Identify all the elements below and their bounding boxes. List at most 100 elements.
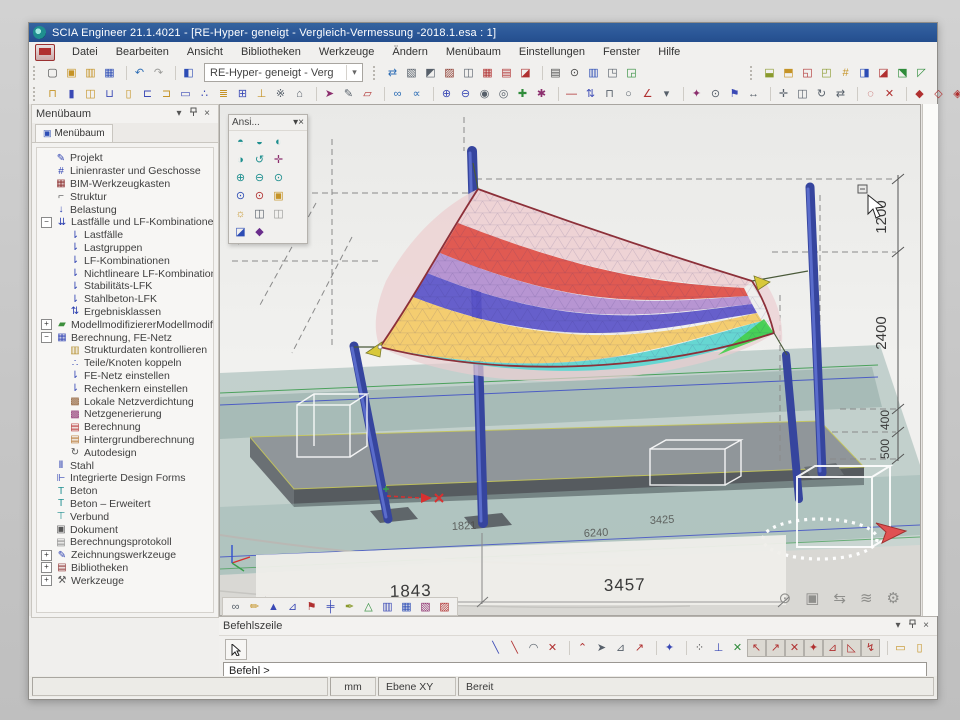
pin-icon[interactable] [186, 107, 200, 121]
load-labels-icon[interactable]: ⚑ [302, 598, 321, 616]
new-opening-icon[interactable]: ▯ [119, 85, 138, 103]
hide-icon[interactable]: ◌ [861, 85, 880, 103]
mirror-icon[interactable]: ⇄ [831, 85, 850, 103]
view-top-icon[interactable]: ◓ [231, 133, 250, 151]
snap-endpoint-icon[interactable]: ╲ [486, 639, 505, 657]
tree-item[interactable]: ▤Berechnungsprotokoll [41, 536, 213, 549]
select-cursor-icon[interactable]: ➤ [320, 85, 339, 103]
snap-perpendicular-icon[interactable]: ⊿ [611, 639, 630, 657]
print-icon[interactable]: ▤ [546, 64, 565, 82]
application-menu-icon[interactable] [35, 44, 55, 61]
zoom-window-icon[interactable]: ⊙ [269, 169, 288, 187]
open-project-icon[interactable]: ▣ [62, 64, 81, 82]
tree-item[interactable]: −▦Berechnung, FE-Netz [41, 331, 213, 344]
snap-arc-center-icon[interactable]: ◺ [842, 639, 861, 657]
snap-node-icon[interactable]: ⌃ [573, 639, 592, 657]
polyline-icon[interactable]: ✦ [687, 85, 706, 103]
angle-dim-icon[interactable]: ∠ [638, 85, 657, 103]
new-plate-icon[interactable]: ◫ [81, 85, 100, 103]
tree-item[interactable]: ⅡStahl [41, 459, 213, 472]
document-icon[interactable]: ▥ [584, 64, 603, 82]
snap-orthogonal-icon[interactable]: ✦ [804, 639, 823, 657]
layers-icon[interactable]: ⬓ [760, 64, 779, 82]
export-image-icon[interactable]: ◳ [603, 64, 622, 82]
gallery-icon[interactable]: ◪ [516, 64, 535, 82]
tree-item[interactable]: −⇊Lastfälle und LF-Kombinationen [41, 216, 213, 229]
project-dropdown[interactable]: RE-Hyper- geneigt - Verg ▾ [204, 63, 363, 82]
refresh-icon[interactable]: ✱ [532, 85, 551, 103]
render-image-icon[interactable]: ◫ [269, 205, 288, 223]
tree-expander-icon[interactable]: + [41, 550, 52, 561]
tree-item[interactable]: ⇂Rechenkern einstellen [41, 382, 213, 395]
snap-intersections-icon[interactable]: ✕ [785, 639, 804, 657]
snap-arc-icon[interactable]: ◠ [524, 639, 543, 657]
save-icon[interactable]: ▦ [100, 64, 119, 82]
tree-item[interactable]: ⇂Lastgruppen [41, 242, 213, 255]
snap-line-endpoints-icon[interactable]: ↖ [747, 639, 766, 657]
regen-view-icon[interactable]: ⇄ [383, 64, 402, 82]
stored-selection-icon[interactable]: ∝ [407, 85, 426, 103]
tree-item[interactable]: ↻Autodesign [41, 446, 213, 459]
dot-grid-snap-icon[interactable]: ⁘ [690, 639, 709, 657]
results-display-icon[interactable]: ▧ [416, 598, 435, 616]
menu-item-bearbeiten[interactable]: Bearbeiten [107, 44, 178, 60]
highlight-icon[interactable]: ✏ [245, 598, 264, 616]
tree-item[interactable]: TBeton [41, 485, 213, 498]
new-project-icon[interactable]: ▢ [43, 64, 62, 82]
project-manager-icon[interactable]: ◧ [179, 64, 198, 82]
connect-members-icon[interactable]: ≣ [214, 85, 233, 103]
view-front-icon[interactable]: ◒ [250, 133, 269, 151]
menu-item--ndern[interactable]: Ändern [383, 44, 436, 60]
zoom-selection-icon[interactable]: ⊕ [437, 85, 456, 103]
rotate-view-icon[interactable]: ↺ [250, 151, 269, 169]
tree-item[interactable]: ⇂Nichtlineare LF-Kombinatione [41, 267, 213, 280]
tree-item[interactable]: ▦BIM-Werkzeugkasten [41, 178, 213, 191]
light-toggle-icon[interactable]: ☼ [231, 205, 250, 223]
filter-icon[interactable]: ◉ [475, 85, 494, 103]
snap-intersection-icon[interactable]: ✕ [543, 639, 562, 657]
toolbar-grip[interactable] [373, 66, 380, 80]
print-preview-icon[interactable]: ⊙ [565, 64, 584, 82]
menu-item-einstellungen[interactable]: Einstellungen [510, 44, 594, 60]
tree-item[interactable]: +▰ModellmodifiziererModellmodifi [41, 318, 213, 331]
import-icon[interactable]: ◲ [622, 64, 641, 82]
view-flags-icon[interactable]: ◰ [817, 64, 836, 82]
new-column-icon[interactable]: ▮ [62, 85, 81, 103]
storey-tool-icon[interactable]: ⌂ [290, 85, 309, 103]
more-tools-icon[interactable]: ▾ [657, 85, 676, 103]
snap-tangential-icon[interactable]: ⊿ [823, 639, 842, 657]
menu-item-fenster[interactable]: Fenster [594, 44, 649, 60]
tree-item[interactable]: ⇂FE-Netz einstellen [41, 370, 213, 383]
shrink-toggle-icon[interactable]: △ [359, 598, 378, 616]
tree-expander-icon[interactable]: − [41, 217, 52, 228]
new-load-panel-icon[interactable]: ▭ [176, 85, 195, 103]
status-workplane[interactable]: Ebene XY [378, 677, 456, 696]
tree-item[interactable]: ⌐Struktur [41, 190, 213, 203]
clipboard-copy-icon[interactable]: ◫ [459, 64, 478, 82]
chevron-down-icon[interactable]: ▾ [346, 65, 362, 80]
toolbar-grip[interactable] [33, 66, 40, 80]
annotation-icon[interactable]: ⚑ [725, 85, 744, 103]
tree-item[interactable]: ⇂LF-Kombinationen [41, 254, 213, 267]
support-icon[interactable]: ⊥ [252, 85, 271, 103]
toolbar-grip[interactable] [33, 87, 40, 101]
snap-midpoint-icon[interactable]: ╲ [505, 639, 524, 657]
copy-icon[interactable]: ◫ [793, 85, 812, 103]
member-system-icon[interactable]: ╪ [321, 598, 340, 616]
activity-icon[interactable]: ⬒ [779, 64, 798, 82]
tree-item[interactable]: ▤Hintergrundberechnung [41, 434, 213, 447]
tree-item[interactable]: ▥Strukturdaten kontrollieren [41, 344, 213, 357]
docked-panel-edge[interactable] [922, 104, 938, 616]
screenshot-icon[interactable]: ▤ [497, 64, 516, 82]
tree-item[interactable]: ▩Lokale Netzverdichtung [41, 395, 213, 408]
dimension-tool-icon[interactable]: ↔ [744, 85, 763, 103]
undo-icon[interactable]: ↶ [130, 64, 149, 82]
view-toolbar-header[interactable]: Ansi... ▾ × [229, 115, 307, 131]
link-display-icon[interactable]: ∞ [226, 598, 245, 616]
perspective-toggle-icon[interactable]: ◆ [250, 223, 269, 241]
menu-item-men-baum[interactable]: Menübaum [437, 44, 510, 60]
orbit-icon[interactable]: ⇆ [833, 589, 846, 607]
move-icon[interactable]: ✛ [774, 85, 793, 103]
results-shear-icon[interactable]: ◇ [929, 85, 948, 103]
results-normal-force-icon[interactable]: ◆ [910, 85, 929, 103]
